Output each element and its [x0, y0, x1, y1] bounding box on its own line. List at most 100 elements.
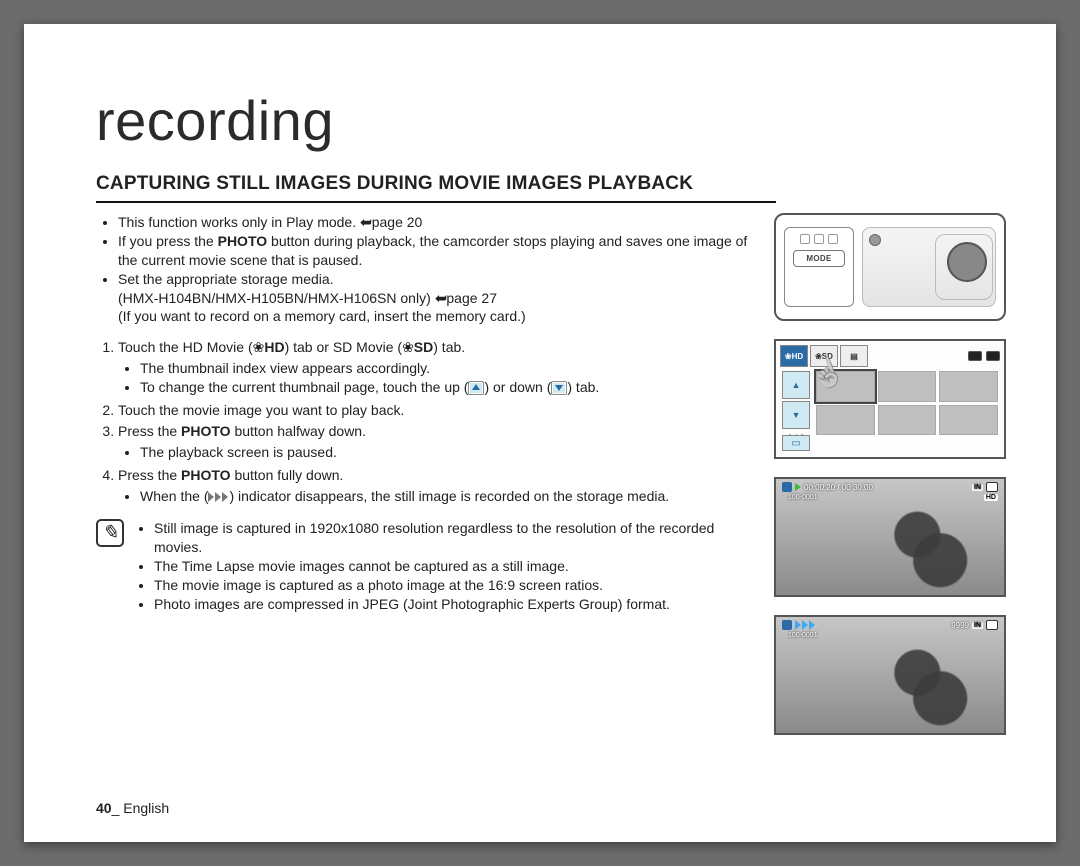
playback-overlay: 9999 IN [782, 620, 998, 630]
left-column: This function works only in Play mode. ➥… [96, 213, 750, 735]
thumbnail-item [939, 405, 998, 436]
hd-label: HD [264, 339, 284, 355]
camcorder-panel: MODE [784, 227, 854, 307]
text: ) or down ( [484, 379, 551, 395]
play-icon [795, 483, 801, 491]
hd-badge: HD [984, 494, 998, 501]
section-title: recording [96, 88, 1006, 153]
tab-hd: ❀ HD [780, 345, 808, 367]
battery-icon [986, 482, 998, 492]
in-badge: IN [972, 622, 983, 629]
video-quality-icon [782, 482, 792, 492]
text: ) tab. [433, 339, 465, 355]
page-heading: CAPTURING STILL IMAGES DURING MOVIE IMAG… [96, 173, 776, 203]
photo-button-label: PHOTO [181, 467, 231, 483]
text: (If you want to record on a memory card,… [118, 308, 526, 324]
text: button halfway down. [231, 423, 366, 439]
battery-icon [986, 351, 1000, 361]
thumbnail-grid [816, 371, 998, 435]
nav-down-icon: ▼ [782, 401, 810, 429]
figure-thumbnail-screen: ❀ HD ❀ SD ▤ ▲ ▼ 1 / 2 [774, 339, 1006, 459]
text: ) tab. [567, 379, 599, 395]
storage-icon: ▭ [782, 435, 810, 451]
text: To change the current thumbnail page, to… [140, 379, 468, 395]
tab-hd-label: HD [792, 352, 804, 361]
step-4: Press the PHOTO button fully down. When … [118, 466, 750, 506]
note-3: The movie image is captured as a photo i… [154, 576, 750, 595]
right-column: MODE ❀ HD ❀ SD ▤ [774, 213, 1006, 735]
thumbnail-item [939, 371, 998, 402]
text: Press the [118, 467, 181, 483]
panel-icon [800, 234, 810, 244]
text: page 20 [372, 214, 423, 230]
camcorder-body [862, 227, 996, 307]
footer-sep: _ [112, 800, 124, 816]
photo-button-label: PHOTO [218, 233, 268, 249]
intro-item-1: This function works only in Play mode. ➥… [118, 213, 750, 232]
up-arrow-icon [468, 381, 484, 395]
text: page 27 [446, 290, 497, 306]
mode-button: MODE [793, 250, 845, 267]
step-1-sublist: The thumbnail index view appears accordi… [118, 359, 750, 397]
text: When the ( [140, 488, 208, 504]
playback-overlay: 00:00:20 / 00:30:00 IN [782, 482, 998, 492]
thumbnail-tabs: ❀ HD ❀ SD ▤ [780, 345, 1000, 367]
remaining-count: 9999 [951, 621, 969, 630]
footer-language: English [123, 800, 169, 816]
note-block: ✎ Still image is captured in 1920x1080 r… [96, 519, 750, 613]
note-2: The Time Lapse movie images cannot be ca… [154, 557, 750, 576]
text: Press the [118, 423, 181, 439]
folder-number: 100-0001 [788, 494, 818, 501]
text: Touch the HD Movie ( [118, 339, 253, 355]
note-4: Photo images are compressed in JPEG (Joi… [154, 595, 750, 614]
text: (HMX-H104BN/HMX-H105BN/HMX-H106SN only) [118, 290, 435, 306]
step-1: Touch the HD Movie (❀HD) tab or SD Movie… [118, 338, 750, 397]
panel-icons [793, 234, 845, 244]
note-icon: ✎ [96, 519, 124, 547]
figure-playback-playing: 00:00:20 / 00:30:00 IN 100-0001 HD [774, 477, 1006, 597]
nav-up-icon: ▲ [782, 371, 810, 399]
battery-icon [986, 620, 998, 630]
fast-forward-icon [795, 620, 816, 630]
step-4-sublist: When the ( ) indicator disappears, the st… [118, 487, 750, 506]
panel-icon [828, 234, 838, 244]
tab-sd-label: SD [822, 352, 833, 361]
intro-item-2: If you press the PHOTO button during pla… [118, 232, 750, 270]
step-1-sub-1: The thumbnail index view appears accordi… [140, 359, 750, 378]
step-3-sub-1: The playback screen is paused. [140, 443, 750, 462]
step-1-sub-2: To change the current thumbnail page, to… [140, 378, 750, 397]
panel-icon [814, 234, 824, 244]
in-badge: IN [972, 484, 983, 491]
photo-button-label: PHOTO [181, 423, 231, 439]
note-1: Still image is captured in 1920x1080 res… [154, 519, 750, 557]
folder-number: 100-0001 [788, 632, 818, 639]
text: Set the appropriate storage media. [118, 271, 334, 287]
fast-forward-icon [208, 492, 229, 502]
down-arrow-icon [551, 381, 567, 395]
step-3-sublist: The playback screen is paused. [118, 443, 750, 462]
step-3: Press the PHOTO button halfway down. The… [118, 422, 750, 462]
page-footer: 40_ English [96, 800, 169, 816]
content-row: This function works only in Play mode. ➥… [96, 213, 1006, 735]
thumbnail-nav: ▲ ▼ 1 / 2 [782, 371, 810, 445]
manual-page: recording CAPTURING STILL IMAGES DURING … [24, 24, 1056, 842]
text: If you press the [118, 233, 218, 249]
thumbnail-item [816, 371, 875, 402]
thumbnail-item [878, 405, 937, 436]
text: ) indicator disappears, the still image … [229, 488, 669, 504]
text: This function works only in Play mode. [118, 214, 360, 230]
playback-time: 00:00:20 / 00:30:00 [804, 483, 873, 492]
camcorder-lens [947, 242, 987, 282]
thumbnail-item [816, 405, 875, 436]
figure-playback-captured: 9999 IN 100-0001 [774, 615, 1006, 735]
note-list: Still image is captured in 1920x1080 res… [136, 519, 750, 613]
in-badge-icon [968, 351, 982, 361]
text: button fully down. [231, 467, 344, 483]
intro-list: This function works only in Play mode. ➥… [96, 213, 750, 326]
thumbnail-item [878, 371, 937, 402]
figure-camcorder: MODE [774, 213, 1006, 321]
sd-label: SD [414, 339, 433, 355]
page-number: 40 [96, 800, 112, 816]
intro-item-3: Set the appropriate storage media. (HMX-… [118, 270, 750, 327]
step-2: Touch the movie image you want to play b… [118, 401, 750, 420]
